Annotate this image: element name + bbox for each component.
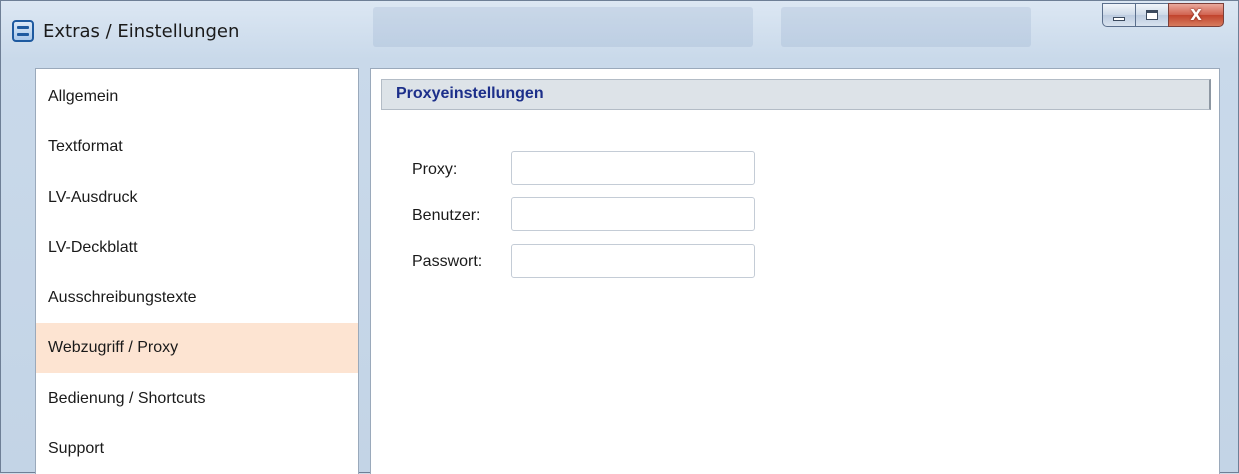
nav-item-lv-deckblatt[interactable]: LV-Deckblatt [36, 223, 358, 273]
passwort-input[interactable] [511, 244, 755, 278]
section-title: Proxyeinstellungen [396, 85, 544, 102]
nav-item-bedienung-shortcuts[interactable]: Bedienung / Shortcuts [36, 374, 358, 424]
minimize-icon [1113, 17, 1125, 21]
close-button[interactable]: X [1168, 3, 1224, 27]
nav-item-allgemein[interactable]: Allgemein [36, 72, 358, 122]
benutzer-input[interactable] [511, 197, 755, 231]
nav-item-textformat[interactable]: Textformat [36, 122, 358, 172]
settings-content: Proxyeinstellungen Proxy: Benutzer: Pass… [370, 68, 1220, 474]
caption-buttons: X [1102, 3, 1224, 29]
app-icon [12, 20, 34, 42]
maximize-button[interactable] [1135, 3, 1168, 27]
nav-item-webzugriff-proxy[interactable]: Webzugriff / Proxy [36, 323, 358, 373]
settings-nav: Allgemein Textformat LV-Ausdruck LV-Deck… [35, 68, 359, 474]
section-header: Proxyeinstellungen [381, 79, 1211, 110]
benutzer-label: Benutzer: [412, 207, 481, 224]
nav-item-lv-ausdruck[interactable]: LV-Ausdruck [36, 173, 358, 223]
proxy-label: Proxy: [412, 161, 458, 178]
minimize-button[interactable] [1102, 3, 1135, 27]
window-title: Extras / Einstellungen [43, 21, 240, 42]
proxy-input[interactable] [511, 151, 755, 185]
passwort-label: Passwort: [412, 253, 483, 270]
nav-item-ausschreibungstexte[interactable]: Ausschreibungstexte [36, 273, 358, 323]
title-bar[interactable]: Extras / Einstellungen X [1, 1, 1238, 59]
settings-window: Extras / Einstellungen X Allgemein Textf… [0, 0, 1239, 474]
maximize-icon [1146, 10, 1158, 20]
nav-item-support[interactable]: Support [36, 424, 358, 474]
close-icon: X [1190, 5, 1202, 24]
